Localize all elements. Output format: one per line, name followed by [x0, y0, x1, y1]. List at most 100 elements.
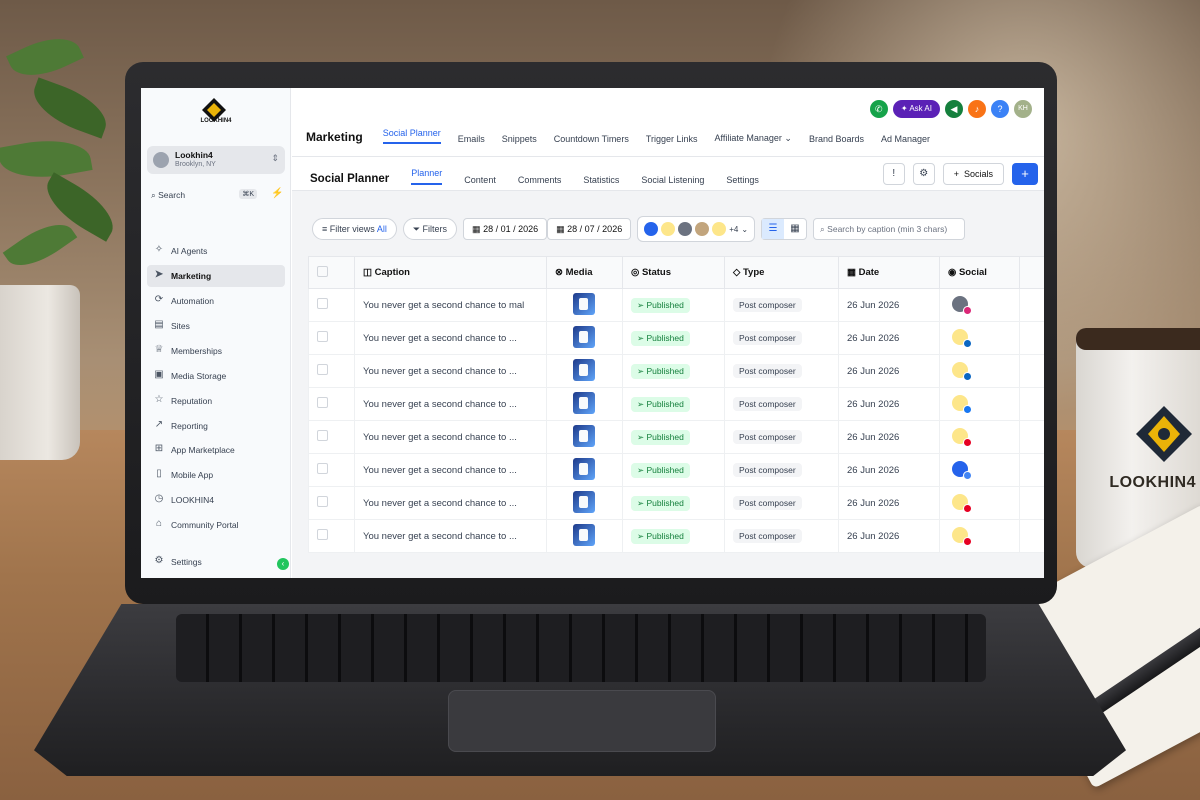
sidebar-item-memberships[interactable]: ♕ Memberships: [147, 340, 285, 362]
sidebar-item-lookhin4[interactable]: ◷ LOOKHIN4: [147, 489, 285, 511]
quick-action-bolt-icon[interactable]: ⚡: [271, 188, 283, 199]
media-thumbnail[interactable]: [573, 391, 595, 414]
gear-icon: ⚙: [154, 555, 164, 566]
tab-brand-boards[interactable]: Brand Boards: [809, 134, 864, 144]
media-thumbnail[interactable]: [573, 325, 595, 348]
extra-cell: [1019, 387, 1044, 421]
table-row[interactable]: You never get a second chance to mal ➢ Pu…: [308, 288, 1044, 322]
table-row[interactable]: You never get a second chance to ... ➢ Pu…: [308, 519, 1044, 553]
row-checkbox[interactable]: [317, 364, 328, 375]
column-header-status[interactable]: ◎ Status: [622, 256, 725, 289]
row-checkbox[interactable]: [317, 397, 328, 408]
date-cell: 26 Jun 2026: [838, 519, 940, 553]
caption-search-input[interactable]: ⌕ Search by caption (min 3 chars): [813, 218, 966, 240]
column-header-social[interactable]: ◉ Social: [939, 256, 1020, 289]
instagram-account-avatar: [678, 222, 693, 236]
gear-icon[interactable]: ⚙: [912, 163, 935, 185]
list-view-icon[interactable]: ☰: [762, 219, 785, 239]
collapse-sidebar-button[interactable]: ‹: [277, 558, 289, 570]
pinterest-icon: [963, 503, 972, 513]
sidebar-item-reporting[interactable]: ↗ Reporting: [147, 415, 285, 437]
tab-content[interactable]: Content: [464, 175, 496, 185]
tab-snippets[interactable]: Snippets: [502, 134, 537, 144]
user-avatar[interactable]: KH: [1014, 100, 1032, 118]
tab-social-listening[interactable]: Social Listening: [641, 175, 704, 185]
status-badge: ➢ Published: [631, 495, 690, 511]
row-checkbox[interactable]: [317, 463, 328, 474]
media-thumbnail[interactable]: [573, 523, 595, 546]
tab-affiliate-manager[interactable]: Affiliate Manager ⌄: [715, 133, 792, 144]
building-icon: ⌂: [155, 518, 163, 529]
megaphone-icon[interactable]: ◀: [945, 100, 963, 118]
media-thumbnail[interactable]: [573, 358, 595, 381]
social-account-avatar: [952, 328, 972, 348]
phone-call-icon[interactable]: ✆: [869, 100, 888, 118]
media-thumbnail[interactable]: [573, 490, 595, 513]
media-thumbnail[interactable]: [573, 424, 595, 447]
row-checkbox[interactable]: [317, 298, 328, 309]
select-all-checkbox[interactable]: [317, 265, 328, 277]
feedback-icon[interactable]: !: [882, 163, 905, 185]
date-from-input[interactable]: ▦ 28 / 01 / 2026: [463, 218, 548, 240]
more-accounts-count: +4: [729, 224, 739, 234]
media-cell: [546, 321, 623, 355]
status-badge: ➢ Published: [631, 363, 690, 379]
account-selector[interactable]: +4 ⌄: [637, 216, 756, 242]
tab-statistics[interactable]: Statistics: [583, 175, 619, 185]
tab-comments[interactable]: Comments: [518, 175, 562, 185]
bell-icon[interactable]: ♪: [968, 100, 986, 118]
table-row[interactable]: You never get a second chance to ... ➢ Pu…: [308, 321, 1044, 355]
extra-cell: [1019, 321, 1044, 355]
tab-ad-manager[interactable]: Ad Manager: [881, 134, 930, 144]
tab-trigger-links[interactable]: Trigger Links: [646, 134, 698, 144]
ask-ai-button[interactable]: ✦ Ask AI: [892, 100, 940, 118]
social-account-avatar: [952, 394, 972, 414]
help-icon[interactable]: ?: [991, 100, 1009, 118]
column-header-media[interactable]: ⊗ Media: [546, 256, 623, 289]
row-checkbox[interactable]: [317, 430, 328, 441]
tab-social-planner[interactable]: Social Planner: [382, 128, 441, 144]
tab-emails[interactable]: Emails: [458, 134, 485, 144]
column-header-caption[interactable]: ◫ Caption: [354, 256, 547, 289]
filter-views-dropdown[interactable]: ≡ Filter views All: [312, 218, 397, 240]
chevron-down-icon: ⌄: [784, 133, 792, 143]
add-socials-button[interactable]: + Socials: [942, 163, 1004, 185]
media-thumbnail[interactable]: [573, 292, 595, 315]
sidebar-search[interactable]: ⌕ Search ⌘K: [147, 185, 261, 205]
media-thumbnail[interactable]: [573, 457, 595, 480]
tab-countdown-timers[interactable]: Countdown Timers: [554, 134, 629, 144]
caption-cell: You never get a second chance to ...: [354, 486, 547, 520]
sidebar-item-sites[interactable]: ▤ Sites: [147, 315, 285, 337]
date-cell: 26 Jun 2026: [838, 387, 940, 421]
sidebar-item-settings[interactable]: ⚙ Settings: [147, 551, 285, 573]
tab-settings[interactable]: Settings: [726, 175, 759, 185]
table-row[interactable]: You never get a second chance to ... ➢ Pu…: [308, 420, 1044, 454]
table-row[interactable]: You never get a second chance to ... ➢ Pu…: [308, 486, 1044, 520]
account-switcher[interactable]: Lookhin4 Brooklyn, NY ⇕: [147, 146, 285, 174]
date-to-input[interactable]: ▦ 28 / 07 / 2026: [547, 218, 632, 240]
sidebar-item-mobile-app[interactable]: ▯ Mobile App: [147, 464, 285, 486]
create-post-button[interactable]: +: [1012, 163, 1038, 185]
column-header-date[interactable]: ▦ Date: [838, 256, 940, 289]
sidebar-item-reputation[interactable]: ☆ Reputation: [147, 390, 285, 412]
sidebar-item-media-storage[interactable]: ▣ Media Storage: [147, 365, 285, 387]
row-checkbox[interactable]: [317, 529, 328, 540]
tab-planner[interactable]: Planner: [411, 168, 443, 185]
table-row[interactable]: You never get a second chance to ... ➢ Pu…: [308, 387, 1044, 421]
calendar-view-icon[interactable]: ▦: [784, 219, 806, 239]
column-header-type[interactable]: ◇ Type: [724, 256, 839, 289]
planner-content: ≡ Filter views All ⏷ Filters ▦ 28 / 01 /…: [292, 191, 1044, 578]
date-cell: 26 Jun 2026: [838, 453, 940, 487]
sidebar-item-community-portal[interactable]: ⌂ Community Portal: [147, 514, 285, 536]
sidebar-item-app-marketplace[interactable]: ⊞ App Marketplace: [147, 439, 285, 461]
star-icon: ☆: [154, 394, 164, 405]
sidebar-item-ai-agents[interactable]: ✧ AI Agents: [147, 240, 285, 262]
row-checkbox[interactable]: [317, 331, 328, 342]
sidebar-item-marketing[interactable]: ➤ Marketing: [147, 265, 285, 287]
sidebar-item-automation[interactable]: ⟳ Automation: [147, 290, 285, 312]
table-row[interactable]: You never get a second chance to ... ➢ Pu…: [308, 354, 1044, 388]
table-row[interactable]: You never get a second chance to ... ➢ Pu…: [308, 453, 1044, 487]
filters-button[interactable]: ⏷ Filters: [402, 218, 458, 240]
row-checkbox[interactable]: [317, 496, 328, 507]
list-filter-icon: ≡: [322, 224, 328, 234]
